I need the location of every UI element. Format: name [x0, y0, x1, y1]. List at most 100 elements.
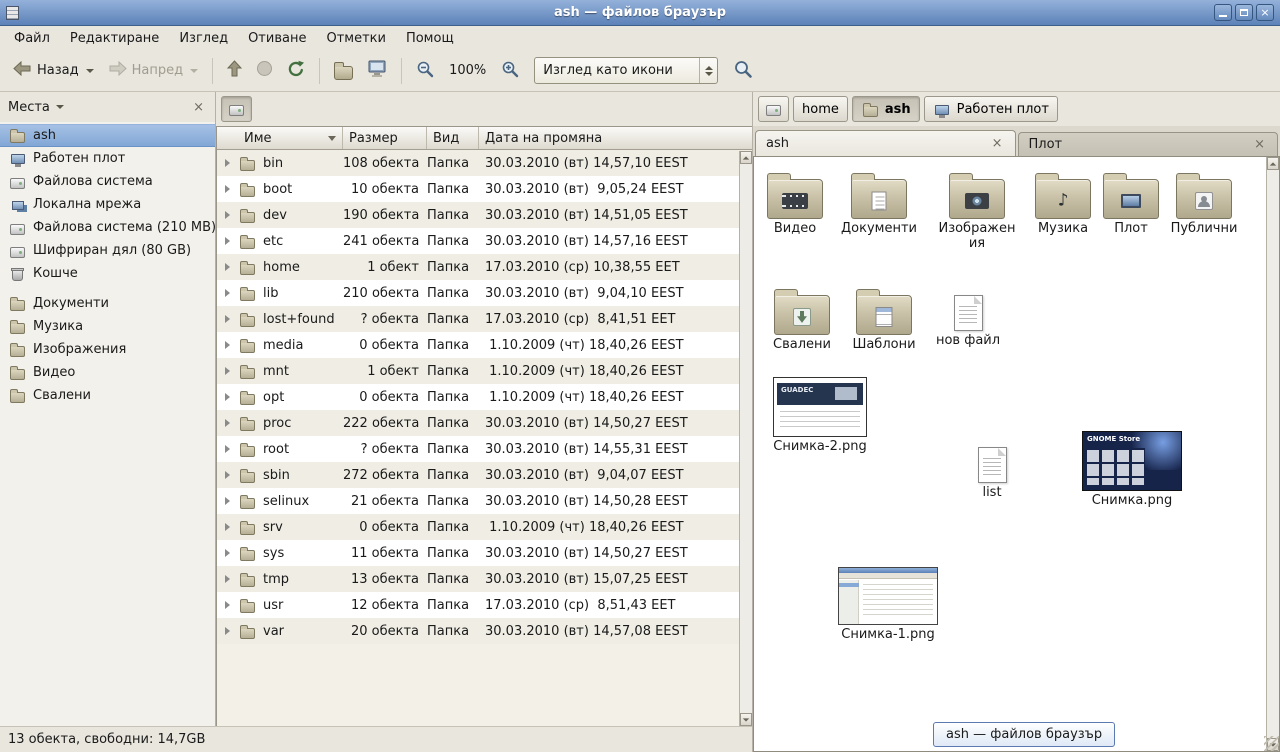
menu-item-help[interactable]: Помощ	[396, 28, 464, 49]
expander-icon[interactable]	[225, 263, 230, 271]
tree-row-selinux[interactable]: selinux21 обектаПапка30.03.2010 (вт) 14,…	[217, 488, 752, 514]
expander-icon[interactable]	[225, 471, 230, 479]
sidebar-item-pictures[interactable]: Изображения	[0, 338, 215, 361]
tree-row-opt[interactable]: opt0 обектаПапка 1.10.2009 (чт) 18,40,26…	[217, 384, 752, 410]
up-button[interactable]	[220, 55, 249, 86]
search-button[interactable]	[726, 54, 760, 88]
file-item-desktop[interactable]: Плот	[1091, 171, 1171, 237]
tree-row-srv[interactable]: srv0 обектаПапка 1.10.2009 (чт) 18,40,26…	[217, 514, 752, 540]
sidebar-item-filesystem-210mb[interactable]: Файлова система (210 MB)	[0, 216, 215, 239]
scroll-up-icon[interactable]	[740, 151, 752, 164]
expander-icon[interactable]	[225, 315, 230, 323]
expander-icon[interactable]	[225, 627, 230, 635]
expander-icon[interactable]	[225, 289, 230, 297]
file-item-snimka[interactable]: GNOME Store Снимка.png	[1081, 427, 1183, 509]
tree-row-root[interactable]: root? обектаПапка30.03.2010 (вт) 14,55,3…	[217, 436, 752, 462]
column-header-size[interactable]: Размер	[343, 127, 427, 149]
home-button[interactable]	[327, 56, 360, 85]
file-item-snimka-2[interactable]: GUADEC Снимка-2.png	[770, 373, 870, 455]
file-item-snimka-1[interactable]: Снимка-1.png	[836, 563, 940, 643]
sidebar-close-button[interactable]: ×	[190, 100, 207, 115]
expander-icon[interactable]	[225, 341, 230, 349]
menu-item-go[interactable]: Отиване	[238, 28, 316, 49]
sidebar-item-videos[interactable]: Видео	[0, 361, 215, 384]
tab-close-icon[interactable]: ×	[1252, 138, 1267, 151]
sidebar-item-documents[interactable]: Документи	[0, 292, 215, 315]
icon-view-scrollbar[interactable]	[1266, 157, 1279, 751]
sidebar-item-filesystem[interactable]: Файлова система	[0, 170, 215, 193]
tree-row-boot[interactable]: boot10 обектаПапка30.03.2010 (вт) 9,05,2…	[217, 176, 752, 202]
zoom-out-button[interactable]	[409, 55, 441, 87]
expander-icon[interactable]	[225, 497, 230, 505]
file-item-new-file[interactable]: нов файл	[928, 287, 1008, 349]
reload-button[interactable]	[280, 55, 312, 87]
tree-scrollbar[interactable]	[739, 151, 752, 726]
menu-item-file[interactable]: Файл	[4, 28, 60, 49]
tree-row-bin[interactable]: bin108 обектаПапка30.03.2010 (вт) 14,57,…	[217, 150, 752, 176]
tree-row-var[interactable]: var20 обектаПапка30.03.2010 (вт) 14,57,0…	[217, 618, 752, 644]
taskbar-window-button[interactable]: ash — файлов браузър	[933, 722, 1115, 747]
sidebar-item-downloads[interactable]: Свалени	[0, 384, 215, 407]
menu-item-view[interactable]: Изглед	[169, 28, 238, 49]
tree-row-mnt[interactable]: mnt1 обектПапка 1.10.2009 (чт) 18,40,26 …	[217, 358, 752, 384]
sidebar-item-trash[interactable]: Кошче	[0, 262, 215, 285]
tree-row-dev[interactable]: dev190 обектаПапка30.03.2010 (вт) 14,51,…	[217, 202, 752, 228]
tree-row-sbin[interactable]: sbin272 обектаПапка30.03.2010 (вт) 9,04,…	[217, 462, 752, 488]
tree-row-lib[interactable]: lib210 обектаПапка30.03.2010 (вт) 9,04,1…	[217, 280, 752, 306]
file-item-list[interactable]: list	[954, 439, 1030, 501]
expander-icon[interactable]	[225, 211, 230, 219]
expander-icon[interactable]	[225, 393, 230, 401]
scroll-down-icon[interactable]	[740, 713, 752, 726]
tree-row-media[interactable]: media0 обектаПапка 1.10.2009 (чт) 18,40,…	[217, 332, 752, 358]
back-button[interactable]: Назад	[6, 56, 101, 85]
file-item-documents[interactable]: Документи	[839, 171, 919, 237]
tab-plot[interactable]: Плот ×	[1018, 132, 1279, 156]
expander-icon[interactable]	[225, 575, 230, 583]
expander-icon[interactable]	[225, 549, 230, 557]
maximize-button[interactable]	[1235, 4, 1253, 21]
close-button[interactable]: ×	[1256, 4, 1274, 21]
sidebar-item-encrypted-80gb[interactable]: Шифриран дял (80 GB)	[0, 239, 215, 262]
expander-icon[interactable]	[225, 367, 230, 375]
zoom-level[interactable]: 100%	[449, 63, 486, 78]
tree-row-lost+found[interactable]: lost+found? обектаПапка17.03.2010 (ср) 8…	[217, 306, 752, 332]
tab-ash[interactable]: ash ×	[755, 130, 1016, 156]
menu-item-edit[interactable]: Редактиране	[60, 28, 169, 49]
file-item-public[interactable]: Публични	[1164, 171, 1244, 237]
expander-icon[interactable]	[225, 159, 230, 167]
expander-icon[interactable]	[225, 601, 230, 609]
expander-icon[interactable]	[225, 237, 230, 245]
expander-icon[interactable]	[225, 523, 230, 531]
view-mode-select[interactable]: Изглед като икони	[534, 57, 718, 84]
file-item-downloads[interactable]: Свалени	[762, 287, 842, 353]
sidebar-item-music[interactable]: Музика	[0, 315, 215, 338]
chevron-down-icon[interactable]	[56, 105, 64, 109]
resize-grip[interactable]	[1264, 736, 1279, 751]
crumb-filesystem[interactable]	[758, 96, 789, 122]
expander-icon[interactable]	[225, 419, 230, 427]
column-header-name[interactable]: Име	[217, 127, 343, 149]
scroll-up-icon[interactable]	[1267, 157, 1279, 170]
zoom-in-button[interactable]	[494, 55, 526, 87]
file-item-videos[interactable]: Видео	[755, 171, 835, 237]
file-item-templates[interactable]: Шаблони	[844, 287, 924, 353]
tree-row-home[interactable]: home1 обектПапка17.03.2010 (ср) 10,38,55…	[217, 254, 752, 280]
sidebar-title[interactable]: Места	[8, 100, 50, 115]
crumb-desktop[interactable]: Работен плот	[924, 96, 1058, 122]
expander-icon[interactable]	[225, 445, 230, 453]
column-header-type[interactable]: Вид	[427, 127, 479, 149]
sidebar-item-local-network[interactable]: Локална мрежа	[0, 193, 215, 216]
computer-button[interactable]	[360, 55, 394, 87]
tree-row-usr[interactable]: usr12 обектаПапка17.03.2010 (ср) 8,51,43…	[217, 592, 752, 618]
forward-button[interactable]: Напред	[101, 56, 205, 85]
tree-row-etc[interactable]: etc241 обектаПапка30.03.2010 (вт) 14,57,…	[217, 228, 752, 254]
tree-row-proc[interactable]: proc222 обектаПапка30.03.2010 (вт) 14,50…	[217, 410, 752, 436]
titlebar[interactable]: ash — файлов браузър ×	[0, 0, 1280, 26]
column-header-date[interactable]: Дата на промяна	[479, 127, 752, 149]
menu-item-bookmarks[interactable]: Отметки	[316, 28, 395, 49]
tree-row-sys[interactable]: sys11 обектаПапка30.03.2010 (вт) 14,50,2…	[217, 540, 752, 566]
tree-row-tmp[interactable]: tmp13 обектаПапка30.03.2010 (вт) 15,07,2…	[217, 566, 752, 592]
expander-icon[interactable]	[225, 185, 230, 193]
sidebar-item-desktop[interactable]: Работен плот	[0, 147, 215, 170]
file-item-pictures[interactable]: Изображения	[937, 171, 1017, 252]
